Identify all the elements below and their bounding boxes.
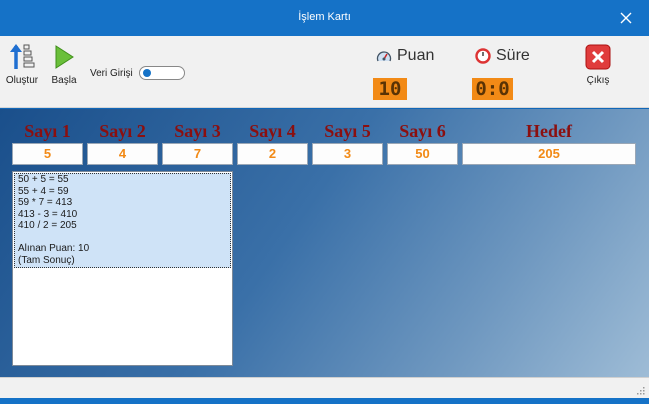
- result-selection: 50 + 5 = 55 55 + 4 = 59 59 * 7 = 413 413…: [14, 173, 231, 268]
- result-line: 59 * 7 = 413: [18, 197, 73, 208]
- target-header: Hedef: [526, 121, 572, 141]
- window-title: İşlem Kartı: [298, 11, 351, 23]
- number-3-header: Sayı 3: [174, 121, 221, 141]
- score-value: 10: [373, 78, 407, 100]
- exit-label: Çıkış: [586, 75, 610, 86]
- create-label: Oluştur: [5, 75, 39, 86]
- time-label: Süre: [496, 47, 530, 64]
- number-6-header: Sayı 6: [399, 121, 446, 141]
- toolbar: Oluştur Başla Veri Girişi Puan 10 Süre 0…: [0, 36, 649, 108]
- number-1-header: Sayı 1: [24, 121, 71, 141]
- sort-numbers-icon: [10, 44, 35, 69]
- timer-icon: [475, 48, 491, 64]
- number-3-field[interactable]: 7: [162, 143, 233, 165]
- start-label: Başla: [51, 75, 77, 86]
- time-value: 0:0: [472, 78, 513, 100]
- speedometer-icon: [376, 51, 392, 62]
- number-5-field[interactable]: 3: [312, 143, 383, 165]
- close-button[interactable]: [603, 0, 649, 36]
- data-input-toggle[interactable]: [138, 66, 185, 80]
- result-line: (Tam Sonuç): [18, 254, 75, 266]
- result-line: Alınan Puan: 10: [18, 243, 90, 254]
- exit-button[interactable]: Çıkış: [578, 44, 618, 86]
- result-line: 410 / 2 = 205: [18, 220, 77, 231]
- number-4-header: Sayı 4: [249, 121, 296, 141]
- result-textbox[interactable]: 50 + 5 = 55 55 + 4 = 59 59 * 7 = 413 413…: [12, 171, 233, 366]
- number-2-field[interactable]: 4: [87, 143, 158, 165]
- number-5-header: Sayı 5: [324, 121, 371, 141]
- result-line: 55 + 4 = 59: [18, 185, 69, 197]
- number-2-header: Sayı 2: [99, 121, 146, 141]
- time-header: Süre: [475, 47, 530, 65]
- result-line: [18, 232, 227, 244]
- create-button[interactable]: Oluştur: [3, 42, 41, 86]
- title-bar: İşlem Kartı: [0, 0, 649, 36]
- score-header: Puan: [376, 47, 434, 65]
- result-line: 413 - 3 = 410: [18, 208, 78, 220]
- score-label: Puan: [397, 47, 435, 64]
- main-panel: Sayı 1 Sayı 2 Sayı 3 Sayı 4 Sayı 5 Sayı …: [0, 109, 649, 377]
- window-border: [0, 398, 649, 404]
- start-button[interactable]: Başla: [48, 44, 80, 86]
- target-field[interactable]: 205: [462, 143, 636, 165]
- data-input-label: Veri Girişi: [90, 67, 133, 79]
- result-line: 50 + 5 = 55: [18, 174, 69, 185]
- number-6-field[interactable]: 50: [387, 143, 458, 165]
- status-bar: [0, 377, 649, 398]
- play-icon: [55, 45, 74, 69]
- data-input-toggle-group: Veri Girişi: [90, 66, 185, 80]
- number-4-field[interactable]: 2: [237, 143, 308, 165]
- toggle-knob: [142, 69, 151, 77]
- close-icon: [620, 12, 632, 24]
- resize-grip-icon[interactable]: [635, 385, 645, 395]
- number-1-field[interactable]: 5: [12, 143, 83, 165]
- exit-icon: [585, 44, 611, 70]
